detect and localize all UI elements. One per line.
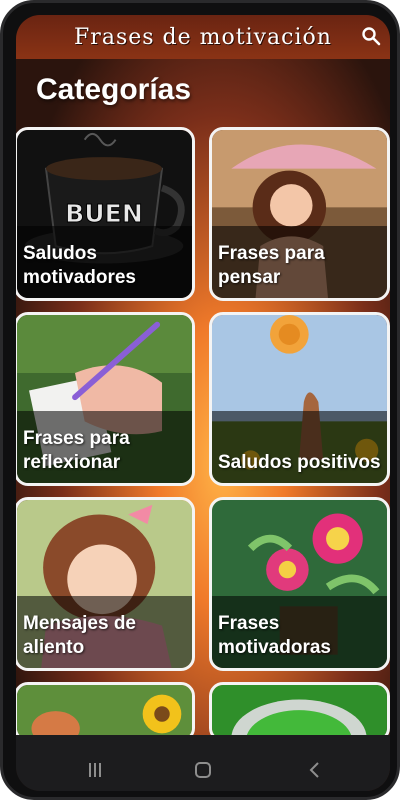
category-card-saludos-motivadores[interactable]: BUEN Saludos motivadores xyxy=(16,127,195,301)
category-label: Frases para pensar xyxy=(218,243,325,288)
category-label: Saludos positivos xyxy=(218,452,381,473)
category-card-frases-para-pensar[interactable]: Frases para pensar xyxy=(209,127,390,301)
green-orb-image xyxy=(212,685,387,739)
app-title-bar: Frases de motivación xyxy=(16,15,390,59)
category-card-partial-1[interactable] xyxy=(16,682,195,742)
page-title: Categorías xyxy=(36,73,192,106)
category-card-mensajes-de-aliento[interactable]: Mensajes de aliento xyxy=(16,497,195,671)
search-icon[interactable] xyxy=(360,25,382,47)
category-card-partial-2[interactable] xyxy=(209,682,390,742)
plant-sunflower-image xyxy=(17,685,192,739)
system-nav-bar xyxy=(16,735,390,791)
category-card-frases-para-reflexionar[interactable]: Frases para reflexionar xyxy=(16,312,195,486)
category-label: Saludos motivadores xyxy=(23,243,136,288)
category-card-frases-motivadoras[interactable]: Frases motivadoras xyxy=(209,497,390,671)
home-icon[interactable] xyxy=(194,761,212,779)
recent-apps-icon[interactable] xyxy=(86,761,104,779)
app-title: Frases de motivación xyxy=(74,24,332,50)
back-icon[interactable] xyxy=(306,761,324,779)
coffee-cup-text: BUEN xyxy=(65,199,143,228)
category-label: Mensajes de aliento xyxy=(23,613,136,658)
category-label: Frases motivadoras xyxy=(218,613,331,658)
app-screen: Frases de motivación Categorías BUEN Sal… xyxy=(16,15,390,791)
phone-frame: Frases de motivación Categorías BUEN Sal… xyxy=(0,0,400,800)
category-card-saludos-positivos[interactable]: Saludos positivos xyxy=(209,312,390,486)
category-label: Frases para reflexionar xyxy=(23,428,130,473)
